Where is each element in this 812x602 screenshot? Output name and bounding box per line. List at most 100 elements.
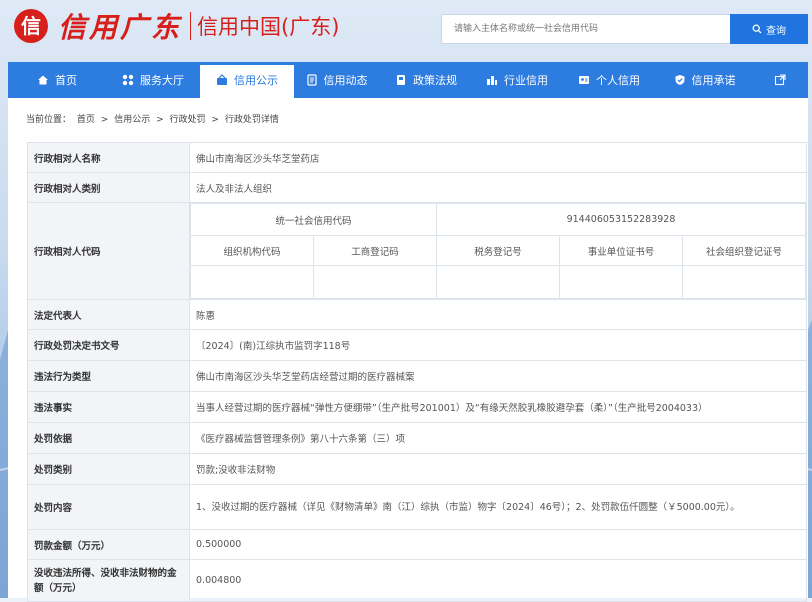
row-value: 1、没收过期的医疗器械（详见《财物清单》南（江）综执（市监）物字〔2024〕46… xyxy=(189,484,807,530)
logo-mark-icon: 信 xyxy=(14,9,48,43)
svg-text:信: 信 xyxy=(21,14,41,38)
table-row: 法定代表人 陈惠 xyxy=(27,299,807,330)
row-value: 佛山市南海区沙头华芝堂药店 xyxy=(189,142,807,173)
nav-item-home[interactable]: 首页 xyxy=(8,62,106,98)
news-icon xyxy=(306,74,317,86)
row-value: 0.500000 xyxy=(189,529,807,560)
row-key: 行政相对人类别 xyxy=(27,172,190,203)
breadcrumb-separator: > xyxy=(156,115,164,125)
site-logo[interactable]: 信 信用广东 信用中国(广东) xyxy=(10,6,339,46)
table-row: 行政处罚决定书文号 〔2024〕(南)江综执市监罚字118号 xyxy=(27,329,807,361)
content-panel: 当前位置： 首页 > 信用公示 > 行政处罚 > 行政处罚详情 行政相对人名称 … xyxy=(8,98,808,602)
row-key: 处罚类别 xyxy=(27,453,190,485)
codes-column-header: 税务登记号 xyxy=(436,235,560,266)
table-row-codes: 行政相对人代码 统一社会信用代码 914406053152283928 组织机构… xyxy=(27,202,807,300)
home-icon xyxy=(38,75,48,85)
codes-column-header: 事业单位证书号 xyxy=(559,235,683,266)
codes-uscc-row: 统一社会信用代码 914406053152283928 xyxy=(190,203,806,236)
table-row: 处罚依据 《医疗器械监督管理条例》第八十六条第（三）项 xyxy=(27,422,807,454)
nav-item-label: 首页 xyxy=(55,74,77,87)
codes-header-row: 组织机构代码 工商登记码 税务登记号 事业单位证书号 社会组织登记证号 xyxy=(190,235,806,266)
nav-item-label: 个人信用 xyxy=(596,74,640,87)
codes-column-header: 工商登记码 xyxy=(313,235,437,266)
nav-item-label: 服务大厅 xyxy=(140,74,184,87)
row-key: 违法事实 xyxy=(27,391,190,423)
book-icon xyxy=(397,75,405,85)
publicity-icon xyxy=(217,74,227,85)
row-key: 违法行为类型 xyxy=(27,360,190,392)
codes-column-header: 组织机构代码 xyxy=(190,235,314,266)
codes-column-header: 社会组织登记证号 xyxy=(682,235,806,266)
row-key: 处罚依据 xyxy=(27,422,190,454)
codes-value xyxy=(190,265,314,299)
table-row: 行政相对人名称 佛山市南海区沙头华芝堂药店 xyxy=(27,142,807,173)
row-key: 行政处罚决定书文号 xyxy=(27,329,190,361)
logo-divider xyxy=(190,12,192,40)
breadcrumb-item-penalty[interactable]: 行政处罚 xyxy=(170,115,206,125)
nav-item-label: 信用承诺 xyxy=(691,74,736,87)
breadcrumb-item-publicity[interactable]: 信用公示 xyxy=(114,115,150,125)
row-value: 法人及非法人组织 xyxy=(189,172,807,203)
nav-item-personal-credit[interactable]: 个人信用 xyxy=(561,62,657,98)
site-header: 信 信用广东 信用中国(广东) 查询 xyxy=(0,0,812,62)
nav-item-label: 行业信用 xyxy=(504,74,548,87)
table-row: 违法事实 当事人经营过期的医疗器械“弹性方便绷带”（生产批号201001）及“有… xyxy=(27,391,807,423)
breadcrumb-separator: > xyxy=(100,115,109,125)
table-row: 行政相对人类别 法人及非法人组织 xyxy=(27,172,807,203)
table-row: 违法行为类型 佛山市南海区沙头华芝堂药店经营过期的医疗器械案 xyxy=(27,360,807,392)
nav-item-external-link[interactable] xyxy=(752,62,808,98)
table-row: 罚款金额（万元） 0.500000 xyxy=(27,529,807,560)
codes-value xyxy=(682,265,806,299)
id-card-icon xyxy=(579,76,589,84)
row-value: 当事人经营过期的医疗器械“弹性方便绷带”（生产批号201001）及“有缘天然胶乳… xyxy=(189,391,807,423)
shield-icon xyxy=(675,75,684,85)
logo-text: 信用广东 xyxy=(58,11,183,44)
search-button[interactable]: 查询 xyxy=(730,14,808,44)
row-key: 罚款金额（万元） xyxy=(27,529,190,560)
row-value: 陈惠 xyxy=(189,299,807,330)
penalty-detail-table: 行政相对人名称 佛山市南海区沙头华芝堂药店 行政相对人类别 法人及非法人组织 行… xyxy=(27,142,807,602)
breadcrumb-item-detail: 行政处罚详情 xyxy=(224,115,279,125)
row-key: 行政相对人代码 xyxy=(27,202,190,300)
codes-cell: 统一社会信用代码 914406053152283928 组织机构代码 工商登记码… xyxy=(189,202,807,300)
nav-item-credit-news[interactable]: 信用动态 xyxy=(294,62,379,98)
breadcrumb: 当前位置： 首页 > 信用公示 > 行政处罚 > 行政处罚详情 xyxy=(26,112,282,125)
breadcrumb-item-home[interactable]: 首页 xyxy=(77,115,95,125)
search-icon xyxy=(752,24,762,34)
row-value: 0.004800 xyxy=(189,559,807,602)
table-row: 处罚内容 1、没收过期的医疗器械（详见《财物清单》南（江）综执（市监）物字〔20… xyxy=(27,484,807,530)
table-row: 没收违法所得、没收非法财物的金额（万元） 0.004800 xyxy=(27,559,807,602)
industry-icon xyxy=(487,76,497,85)
search-button-label: 查询 xyxy=(766,25,786,37)
uscc-value: 914406053152283928 xyxy=(436,203,806,236)
site-subtitle: 信用中国(广东) xyxy=(197,15,340,39)
codes-value-row xyxy=(190,265,806,299)
nav-item-policy[interactable]: 政策法规 xyxy=(379,62,473,98)
breadcrumb-prefix: 当前位置： xyxy=(26,115,72,125)
grid-icon xyxy=(122,74,134,86)
codes-value xyxy=(313,265,437,299)
search-input[interactable] xyxy=(441,14,730,44)
uscc-label: 统一社会信用代码 xyxy=(190,203,437,236)
nav-item-credit-commitment[interactable]: 信用承诺 xyxy=(657,62,752,98)
codes-subtable: 统一社会信用代码 914406053152283928 组织机构代码 工商登记码… xyxy=(190,203,806,299)
nav-item-label: 政策法规 xyxy=(413,74,457,87)
nav-item-service-hall[interactable]: 服务大厅 xyxy=(106,62,200,98)
nav-item-credit-publicity[interactable]: 信用公示 xyxy=(200,62,294,98)
row-value: 〔2024〕(南)江综执市监罚字118号 xyxy=(189,329,807,361)
row-key: 处罚内容 xyxy=(27,484,190,530)
row-value: 罚款;没收非法财物 xyxy=(189,453,807,485)
nav-item-label: 信用公示 xyxy=(234,74,278,87)
row-key: 行政相对人名称 xyxy=(27,142,190,173)
row-key: 法定代表人 xyxy=(27,299,190,330)
nav-item-industry-credit[interactable]: 行业信用 xyxy=(473,62,561,98)
external-link-icon xyxy=(774,74,786,86)
search-bar: 查询 xyxy=(441,14,808,44)
row-value: 佛山市南海区沙头华芝堂药店经营过期的医疗器械案 xyxy=(189,360,807,392)
row-value: 《医疗器械监督管理条例》第八十六条第（三）项 xyxy=(189,422,807,454)
row-key: 没收违法所得、没收非法财物的金额（万元） xyxy=(27,559,190,602)
nav-item-label: 信用动态 xyxy=(323,74,368,87)
codes-value xyxy=(436,265,560,299)
main-nav: 首页 服务大厅 信用公示 信用动态 政策法规 行业信用 个人信用 信用承诺 xyxy=(8,62,808,98)
codes-value xyxy=(559,265,683,299)
